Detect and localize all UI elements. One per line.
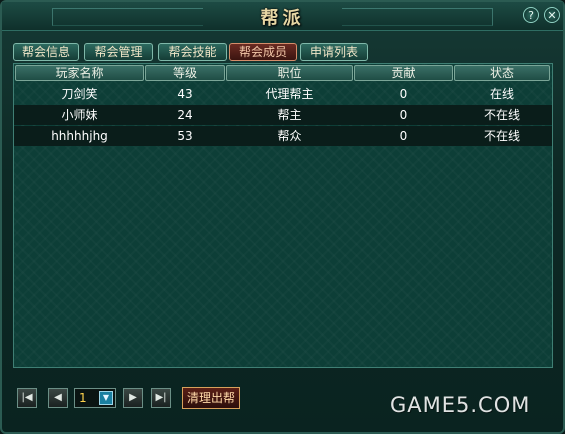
tab-applications[interactable]: 申请列表 [300,43,368,61]
help-button[interactable]: ? [523,7,539,23]
window-title: 帮派 [260,8,305,29]
member-name: 小师妹 [61,108,98,122]
table-row[interactable]: hhhhhjhg 53 帮众 0 不在线 [14,126,552,146]
kick-member-button[interactable]: 清理出帮 [182,387,240,409]
column-header-position[interactable]: 职位 [226,65,353,81]
tab-guild-management[interactable]: 帮会管理 [84,43,153,61]
member-contribution: 0 [399,129,408,143]
page-select[interactable]: 1 ▼ [74,388,116,408]
member-name: 刀剑笑 [61,87,98,101]
column-header-level[interactable]: 等级 [145,65,225,81]
member-position: 帮众 [277,129,302,143]
table-row[interactable]: 刀剑笑 43 代理帮主 0 在线 [14,84,552,104]
tab-guild-info[interactable]: 帮会信息 [13,43,79,61]
member-status: 不在线 [483,129,520,143]
chevron-down-icon[interactable]: ▼ [99,391,113,405]
member-position: 帮主 [277,108,302,122]
page-number: 1 [79,391,87,405]
tab-guild-members[interactable]: 帮会成员 [229,43,297,61]
members-panel: 玩家名称 等级 职位 贡献 状态 刀剑笑 43 代理帮主 0 在线 小师妹 24… [13,63,553,368]
member-level: 53 [177,129,193,143]
member-level: 43 [177,87,193,101]
next-page-button[interactable]: ▶ [123,388,143,408]
column-header-contribution[interactable]: 贡献 [354,65,453,81]
table-header: 玩家名称 等级 职位 贡献 状态 [14,64,552,82]
tab-guild-skills[interactable]: 帮会技能 [158,43,227,61]
table-row[interactable]: 小师妹 24 帮主 0 不在线 [14,105,552,125]
prev-page-button[interactable]: ◀ [48,388,68,408]
watermark-text: GAME5.COM [390,393,531,417]
member-contribution: 0 [399,87,408,101]
member-status: 在线 [489,87,514,101]
first-page-button[interactable]: |◀ [17,388,37,408]
member-position: 代理帮主 [265,87,314,101]
close-button[interactable]: ✕ [544,7,560,23]
column-header-status[interactable]: 状态 [454,65,550,81]
last-page-button[interactable]: ▶| [151,388,171,408]
member-status: 不在线 [483,108,520,122]
column-header-name[interactable]: 玩家名称 [15,65,144,81]
member-level: 24 [177,108,193,122]
title-bar[interactable]: 帮派 ? ✕ [2,2,563,31]
member-name: hhhhhjhg [51,129,108,143]
guild-window: 帮派 ? ✕ 帮会信息 帮会管理 帮会技能 帮会成员 申请列表 玩家名称 等级 … [0,0,565,434]
member-contribution: 0 [399,108,408,122]
